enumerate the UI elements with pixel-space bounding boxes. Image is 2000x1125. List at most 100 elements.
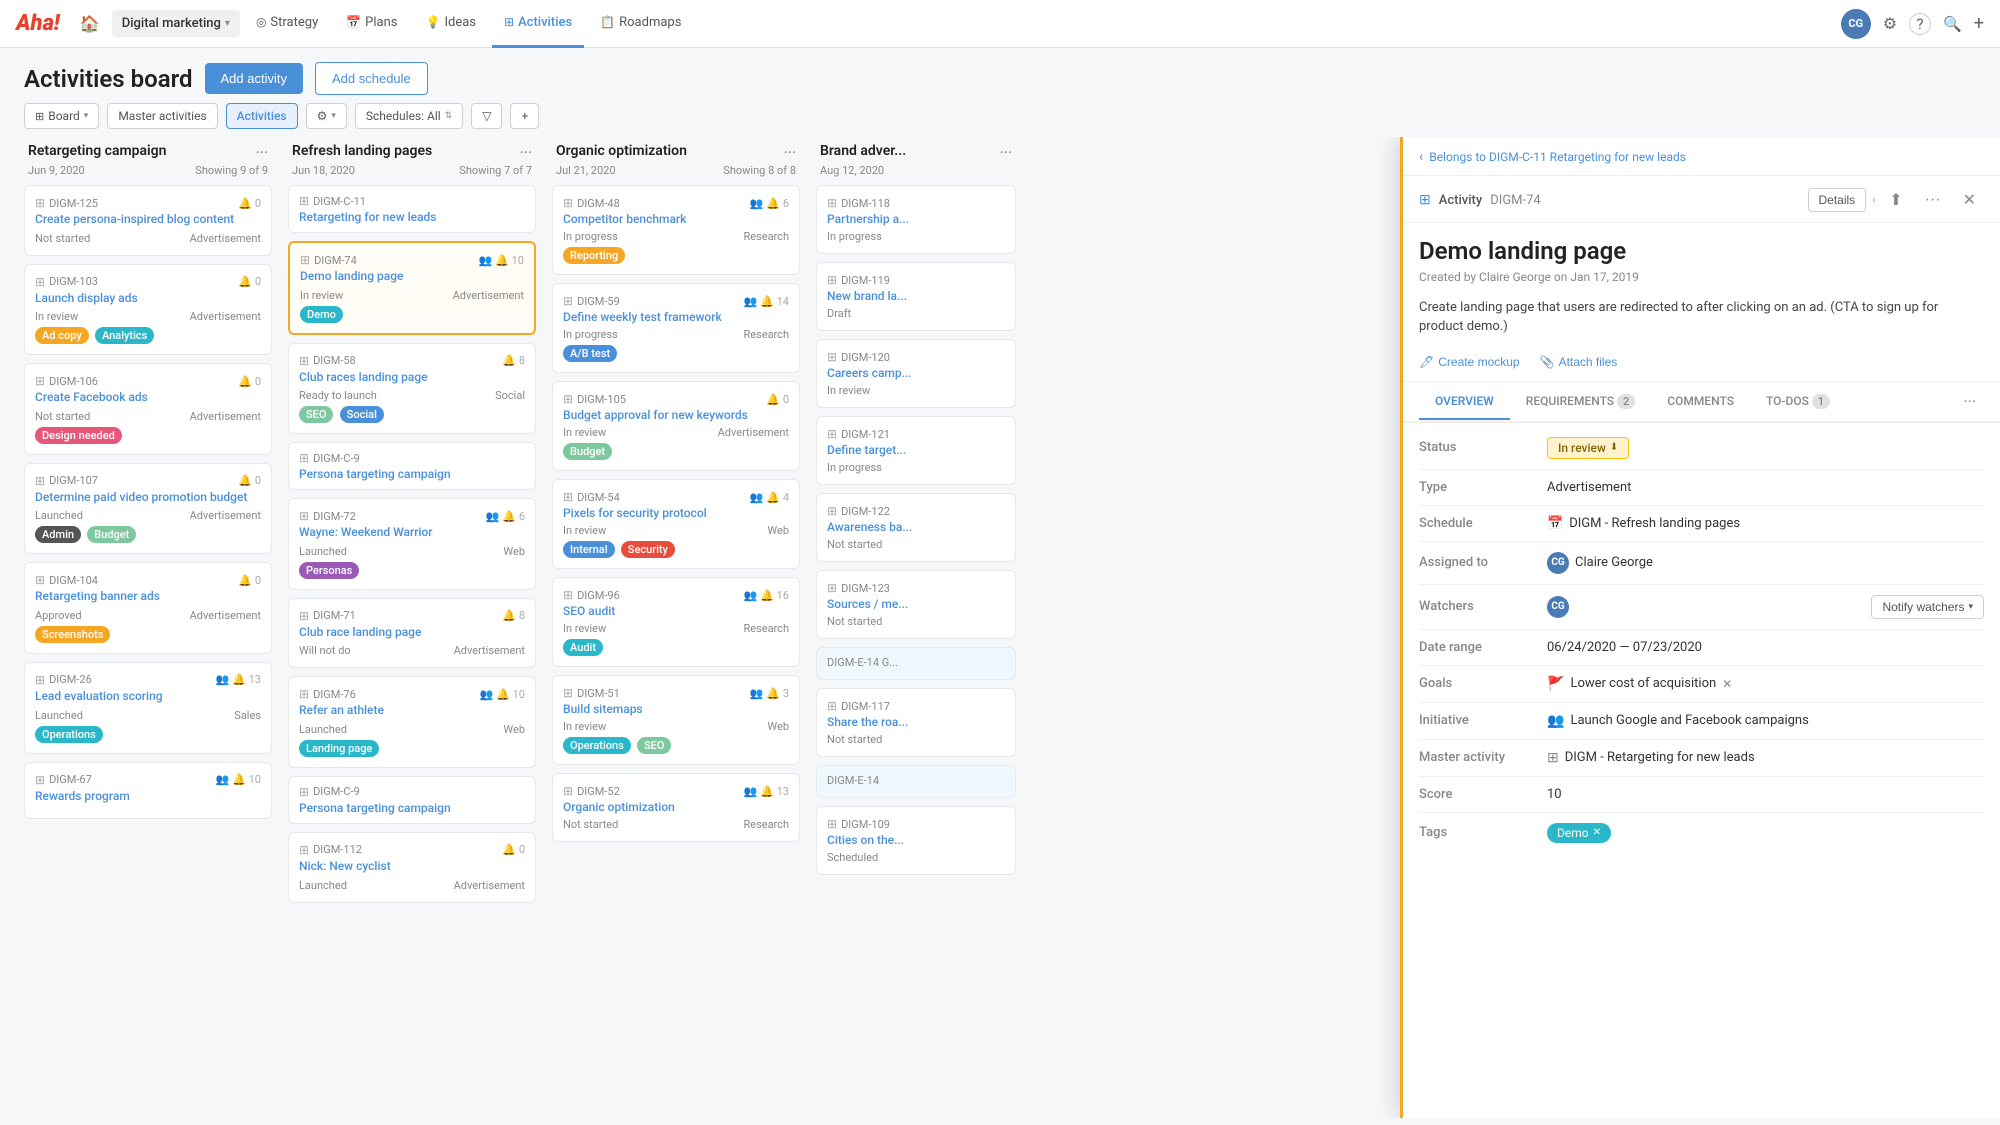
settings-gear-btn[interactable]: ⚙ ▾ [306,103,347,129]
tab-comments[interactable]: COMMENTS [1651,384,1750,420]
goal-remove-icon[interactable]: ✕ [1722,677,1732,691]
status-value: In review [1558,441,1606,455]
filter-btn[interactable]: ▽ [471,103,502,129]
nav-activities-label: Activities [518,15,572,30]
card-digm-125[interactable]: ⊞ DIGM-125 🔔 0 Create persona-inspired b… [24,185,272,256]
card-digm-76[interactable]: ⊞ DIGM-76 👥 🔔 10 Refer an athlete Launch… [288,676,536,768]
workspace-dropdown[interactable]: Digital marketing ▾ [112,10,240,37]
column-3-more-icon[interactable]: ··· [783,143,796,162]
card-digm-103[interactable]: ⊞ DIGM-103 🔔 0 Launch display ads In rev… [24,264,272,356]
card-digm-e14[interactable]: DIGM-E-14 G... [816,647,1016,680]
card-title: Persona targeting campaign [299,467,525,481]
card-digm-118[interactable]: ⊞ DIGM-118 Partnership a... In progress [816,185,1016,254]
comment-count: 🔔 0 [238,574,261,587]
card-digm-96[interactable]: ⊞ DIGM-96 👥 🔔 16 SEO audit In reviewRese… [552,577,800,667]
column-2-date: Jun 18, 2020 [292,164,355,177]
card-id: ⊞ DIGM-74 [300,253,357,267]
notify-watchers-btn[interactable]: Notify watchers ▾ [1871,595,1984,619]
column-4-more-icon[interactable]: ··· [999,143,1012,162]
add-activity-button[interactable]: Add activity [205,63,303,94]
card-digm-107[interactable]: ⊞ DIGM-107 🔔 0 Determine paid video prom… [24,463,272,555]
more-options-btn[interactable]: ··· [1917,187,1949,213]
column-2-more-icon[interactable]: ··· [519,143,532,162]
search-icon[interactable]: 🔍 [1943,15,1962,33]
card-digm-106[interactable]: ⊞ DIGM-106 🔔 0 Create Facebook ads Not s… [24,363,272,455]
card-digm-72[interactable]: ⊞ DIGM-72 👥 🔔 6 Wayne: Weekend Warrior L… [288,498,536,590]
tag-operations: Operations [35,726,103,743]
tab-todos[interactable]: TO-DOS 1 [1750,384,1846,420]
card-digm-e14b[interactable]: DIGM-E-14 [816,765,1016,798]
initiative-text: Launch Google and Facebook campaigns [1570,713,1808,728]
notify-label: Notify watchers [1882,600,1964,614]
close-btn[interactable]: ✕ [1955,186,1984,214]
tag-demo-pill[interactable]: Demo ✕ [1547,823,1611,843]
master-activities-btn[interactable]: Master activities [107,103,217,129]
card-status: Launched [35,509,83,522]
card-digm-51[interactable]: ⊞ DIGM-51 👥 🔔 3 Build sitemaps In review… [552,675,800,765]
card-digm-122[interactable]: ⊞ DIGM-122 Awareness ba... Not started [816,493,1016,562]
add-column-btn[interactable]: + [510,103,539,129]
card-digm-71[interactable]: ⊞ DIGM-71 🔔 8 Club race landing page Wil… [288,598,536,669]
card-title: Retargeting for new leads [299,210,525,224]
card-title: Define weekly test framework [563,310,789,324]
tag-demo-remove-icon[interactable]: ✕ [1593,827,1601,838]
nav-item-strategy[interactable]: ◎ Strategy [244,0,330,48]
field-date-range: Date range 06/24/2020 — 07/23/2020 [1419,630,1984,666]
card-digm-54[interactable]: ⊞ DIGM-54 👥 🔔 4 Pixels for security prot… [552,479,800,569]
card-digm-104[interactable]: ⊞ DIGM-104 🔔 0 Retargeting banner ads Ap… [24,562,272,654]
create-mockup-btn[interactable]: 🖊 Create mockup [1419,355,1520,369]
card-digm-120[interactable]: ⊞ DIGM-120 Careers camp... In review [816,339,1016,408]
comment-count: 🔔 0 [238,375,261,388]
add-schedule-button[interactable]: Add schedule [315,62,428,95]
card-digm-48[interactable]: ⊞ DIGM-48 👥 🔔 6 Competitor benchmark In … [552,185,800,275]
activities-filter-btn[interactable]: Activities [226,103,298,129]
tab-todos-label: TO-DOS 1 [1766,394,1830,408]
status-badge[interactable]: In review ⬇ [1547,437,1629,459]
help-icon[interactable]: ? [1909,13,1931,35]
share-btn[interactable]: ⬆ [1881,186,1910,214]
card-digm-117[interactable]: ⊞ DIGM-117 Share the roa... Not started [816,688,1016,757]
card-digm-c9b[interactable]: ⊞ DIGM-C-9 Persona targeting campaign [288,776,536,824]
board-view-btn[interactable]: ⊞ Board ▾ [24,103,99,129]
card-digm-58[interactable]: ⊞ DIGM-58 🔔 8 Club races landing page Re… [288,343,536,435]
nav-item-plans[interactable]: 📅 Plans [334,0,409,48]
card-digm-109[interactable]: ⊞ DIGM-109 Cities on the... Scheduled [816,806,1016,875]
nav-avatar[interactable]: CG [1841,9,1871,39]
card-digm-119[interactable]: ⊞ DIGM-119 New brand la... Draft [816,262,1016,331]
schedules-btn[interactable]: Schedules: All ⇅ [355,103,463,129]
card-digm-123[interactable]: ⊞ DIGM-123 Sources / me... Not started [816,570,1016,639]
field-goals: Goals 🚩 Lower cost of acquisition ✕ [1419,666,1984,703]
card-title: Pixels for security protocol [563,506,789,520]
field-score-label: Score [1419,787,1539,802]
card-digm-105[interactable]: ⊞ DIGM-105 🔔 0 Budget approval for new k… [552,381,800,471]
tab-more-btn[interactable]: ··· [1955,382,1984,421]
card-digm-121[interactable]: ⊞ DIGM-121 Define target... In progress [816,416,1016,485]
add-icon[interactable]: + [1974,13,1984,34]
settings-icon[interactable]: ⚙ [1883,14,1897,33]
detail-title: Demo landing page [1403,223,2000,270]
nav-item-ideas[interactable]: 💡 Ideas [414,0,489,48]
card-digm-c9[interactable]: ⊞ DIGM-C-9 Persona targeting campaign [288,442,536,490]
toolbar: ⊞ Board ▾ Master activities Activities ⚙… [0,95,2000,137]
card-status: Not started [35,410,90,423]
attach-files-btn[interactable]: 📎 Attach files [1540,355,1618,369]
card-digm-112[interactable]: ⊞ DIGM-112 🔔 0 Nick: New cyclist Launche… [288,832,536,903]
nav-item-activities[interactable]: ⊞ Activities [492,0,584,48]
card-digm-74[interactable]: ⊞ DIGM-74 👥 🔔 10 Demo landing page In re… [288,241,536,335]
card-digm-c11[interactable]: ⊞ DIGM-C-11 Retargeting for new leads [288,185,536,233]
column-1-more-icon[interactable]: ··· [255,143,268,162]
comment-count: 🔔 8 [502,354,525,367]
tab-overview[interactable]: OVERVIEW [1419,384,1510,420]
details-btn[interactable]: Details [1808,188,1867,212]
home-icon[interactable]: 🏠 [72,8,108,39]
card-digm-26[interactable]: ⊞ DIGM-26 👥 🔔 13 Lead evaluation scoring… [24,662,272,754]
detail-tabs: OVERVIEW REQUIREMENTS 2 COMMENTS TO-DOS … [1403,382,2000,423]
tab-requirements[interactable]: REQUIREMENTS 2 [1510,384,1652,420]
card-digm-59[interactable]: ⊞ DIGM-59 👥 🔔 14 Define weekly test fram… [552,283,800,373]
comment-count: 🔔 0 [502,843,525,856]
logo[interactable]: Aha! [16,11,60,36]
card-digm-52[interactable]: ⊞ DIGM-52 👥 🔔 13 Organic optimization No… [552,773,800,842]
detail-back-breadcrumb[interactable]: ‹ Belongs to DIGM-C-11 Retargeting for n… [1403,137,2000,176]
card-digm-67[interactable]: ⊞ DIGM-67 👥 🔔 10 Rewards program [24,762,272,820]
nav-item-roadmaps[interactable]: 📋 Roadmaps [588,0,693,48]
